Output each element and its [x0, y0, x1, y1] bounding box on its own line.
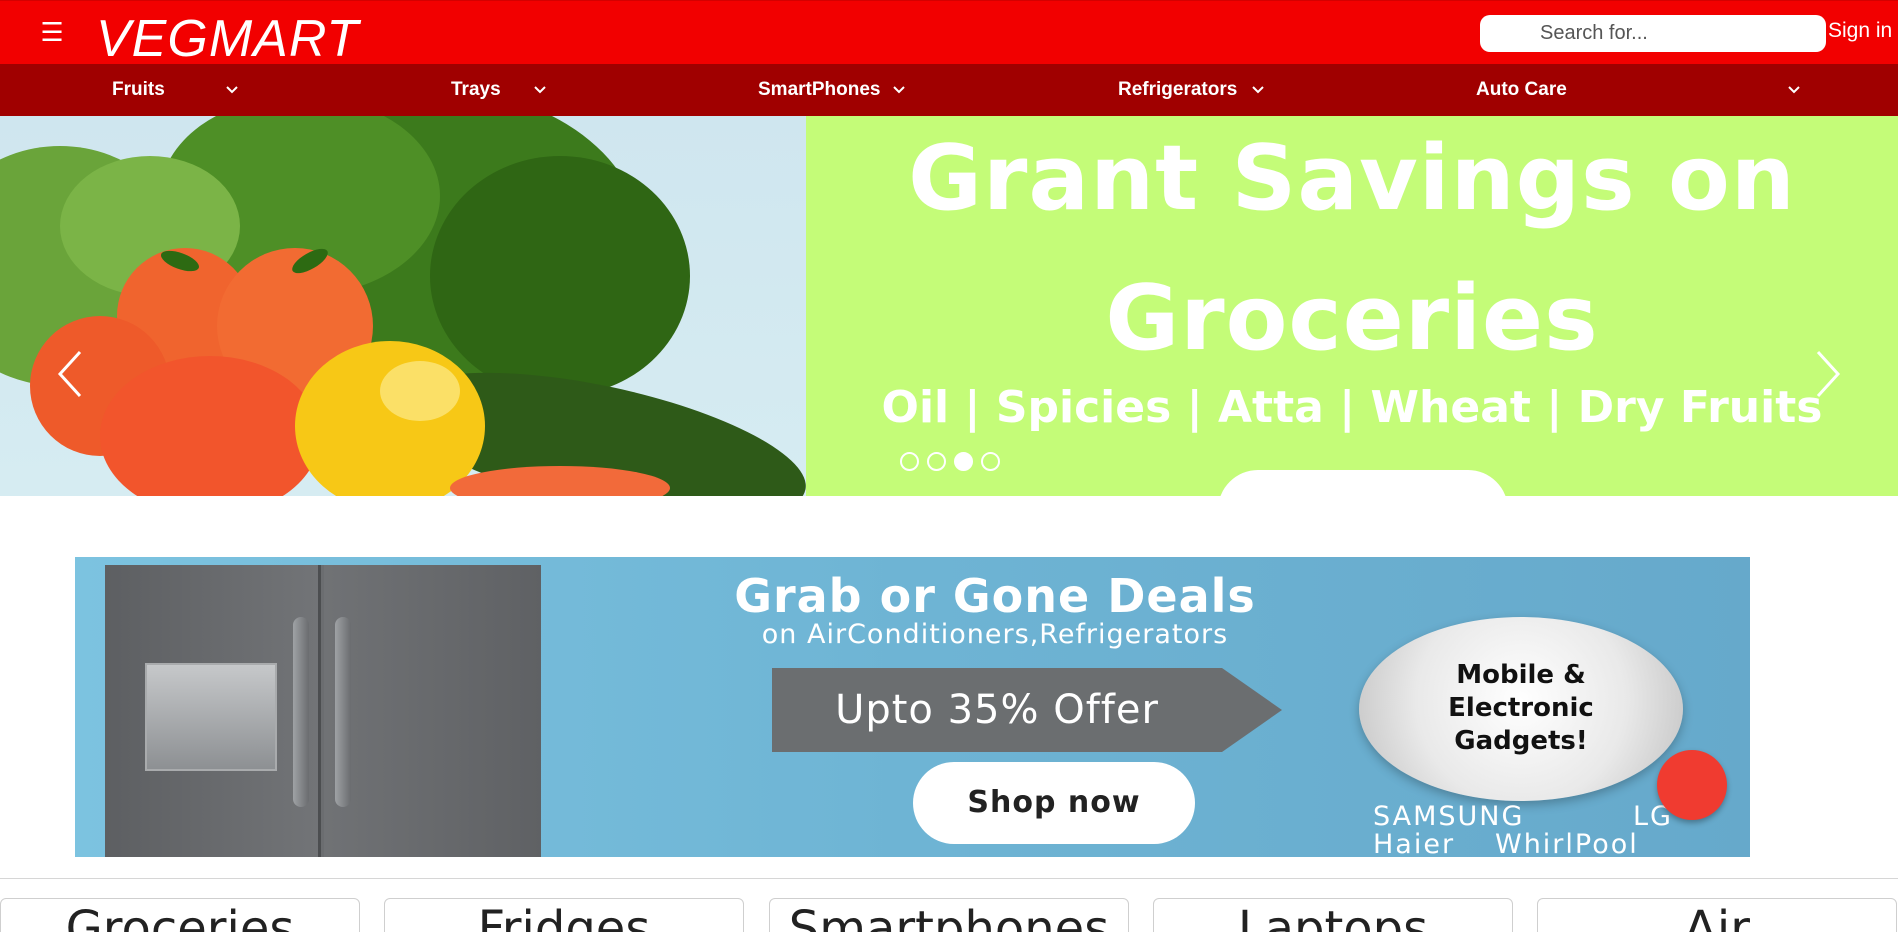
category-card-laptops[interactable]: Laptops: [1153, 898, 1513, 932]
nav-item-smartphones[interactable]: SmartPhones: [758, 64, 880, 116]
hero-promo-panel: Grant Savings on Groceries Oil | Spicies…: [806, 116, 1898, 496]
nav-item-fruits[interactable]: Fruits: [112, 64, 165, 116]
category-card-air[interactable]: Air: [1537, 898, 1897, 932]
promo-bubble-text: Mobile & Electronic Gadgets!: [1359, 659, 1683, 758]
chevron-right-icon[interactable]: [1808, 344, 1848, 404]
nav-item-auto-care[interactable]: Auto Care: [1476, 64, 1567, 116]
hero-cta-button[interactable]: [1218, 470, 1508, 496]
sign-in-link[interactable]: Sign in: [1828, 19, 1892, 43]
chevron-down-icon[interactable]: [1788, 64, 1800, 116]
category-card-groceries[interactable]: Groceries: [0, 898, 360, 932]
carousel-dot[interactable]: [900, 452, 919, 471]
nav-item-refrigerators[interactable]: Refrigerators: [1118, 64, 1237, 116]
promo-offer: Upto 35% Offer: [835, 687, 1159, 733]
category-card-fridges[interactable]: Fridges: [384, 898, 744, 932]
bubble-line: Electronic: [1448, 693, 1594, 723]
brand-haier: Haier: [1373, 829, 1456, 857]
category-card-smartphones[interactable]: Smartphones: [769, 898, 1129, 932]
hero-title-line1: Grant Savings on: [908, 126, 1796, 231]
hamburger-menu-icon[interactable]: ☰: [38, 17, 66, 47]
search-input[interactable]: [1480, 15, 1826, 52]
top-header: ☰ VEGMART Sign in: [0, 0, 1898, 65]
promo-banner[interactable]: Grab or Gone Deals on AirConditioners,Re…: [75, 557, 1750, 857]
chevron-left-icon[interactable]: [50, 344, 90, 404]
carousel-dot[interactable]: [981, 452, 1000, 471]
promo-subtitle: on AirConditioners,Refrigerators: [761, 619, 1229, 650]
chevron-down-icon[interactable]: [1252, 64, 1264, 116]
promo-title: Grab or Gone Deals: [734, 569, 1256, 623]
carousel-dot-active[interactable]: [954, 452, 973, 471]
section-divider: [0, 878, 1898, 879]
hero-title-line2: Groceries: [1105, 266, 1599, 371]
category-label: Air: [1684, 901, 1750, 932]
chevron-down-icon[interactable]: [893, 64, 905, 116]
hero-carousel: Grant Savings on Groceries Oil | Spicies…: [0, 116, 1898, 496]
category-label: Groceries: [65, 901, 295, 932]
category-label: Smartphones: [788, 901, 1110, 932]
refrigerator-image: [105, 565, 541, 857]
brand-whirlpool: WhirlPool: [1495, 829, 1639, 857]
carousel-dot[interactable]: [927, 452, 946, 471]
bubble-line: Gadgets!: [1454, 726, 1588, 756]
chevron-down-icon[interactable]: [534, 64, 546, 116]
floating-action-button[interactable]: [1657, 750, 1727, 820]
shop-now-button[interactable]: Shop now: [913, 762, 1195, 844]
page: ☰ VEGMART Sign in Fruits Trays SmartPhon…: [0, 0, 1898, 932]
category-label: Laptops: [1237, 901, 1429, 932]
bubble-line: Mobile &: [1456, 660, 1586, 690]
category-nav: Fruits Trays SmartPhones Refrigerators A…: [0, 64, 1898, 116]
nav-item-trays[interactable]: Trays: [451, 64, 501, 116]
vegetables-image: [0, 116, 806, 496]
brand-samsung: SAMSUNG: [1373, 801, 1525, 832]
site-logo[interactable]: VEGMART: [96, 13, 359, 65]
hero-subtitle: Oil | Spicies | Atta | Wheat | Dry Fruit…: [881, 382, 1823, 433]
category-label: Fridges: [477, 901, 651, 932]
chevron-down-icon[interactable]: [226, 64, 238, 116]
